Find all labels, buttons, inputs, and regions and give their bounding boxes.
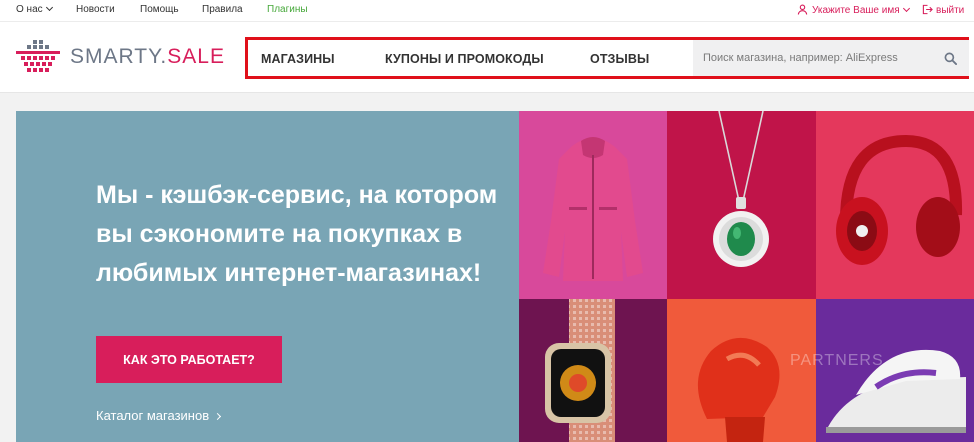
store-search: [693, 40, 969, 76]
how-it-works-button[interactable]: КАК ЭТО РАБОТАЕТ?: [96, 336, 282, 383]
tile-pendant[interactable]: [667, 111, 816, 299]
jacket-image: [543, 137, 643, 281]
tile-iron[interactable]: [816, 299, 974, 442]
rules-link[interactable]: Правила: [202, 4, 243, 15]
store-catalog-link[interactable]: Каталог магазинов: [96, 408, 222, 423]
headphones-image: [836, 134, 963, 265]
about-label: О нас: [16, 4, 43, 15]
nav-reviews[interactable]: ОТЗЫВЫ: [590, 52, 649, 66]
logo-text[interactable]: SMARTY.SALE: [70, 45, 225, 69]
hero-title: Мы - кэшбэк-сервис, на котором вы сэконо…: [96, 181, 498, 287]
user-name-label: Укажите Ваше имя: [812, 5, 900, 16]
catalog-label: Каталог магазинов: [96, 408, 210, 423]
tile-boxing-glove[interactable]: [667, 299, 816, 442]
watermark: PARTNERS: [790, 352, 884, 369]
user-icon: [797, 4, 808, 15]
chevron-down-icon: [902, 4, 910, 13]
logout-label: выйти: [936, 5, 965, 16]
tile-watch[interactable]: [519, 299, 667, 442]
help-link[interactable]: Помощь: [140, 4, 179, 15]
nav-stores[interactable]: МАГАЗИНЫ: [261, 52, 335, 66]
logout-icon: [922, 4, 933, 15]
iron-image: [826, 349, 966, 433]
logo-accent: SALE: [167, 45, 225, 68]
main-nav: МАГАЗИНЫ КУПОНЫ И ПРОМОКОДЫ ОТЗЫВЫ: [245, 37, 969, 79]
chevron-right-icon: [214, 412, 222, 421]
plugins-link[interactable]: Плагины: [267, 4, 308, 15]
news-link[interactable]: Новости: [76, 4, 115, 15]
pendant-image: [713, 111, 769, 267]
user-name-menu[interactable]: Укажите Ваше имя: [797, 4, 910, 16]
top-bar: О нас Новости Помощь Правила Плагины Ука…: [0, 0, 974, 22]
tile-headphones[interactable]: [816, 111, 974, 299]
search-input[interactable]: [703, 40, 933, 76]
tile-jacket[interactable]: [519, 111, 667, 299]
site-header: SMARTY.SALE МАГАЗИНЫ КУПОНЫ И ПРОМОКОДЫ …: [0, 22, 974, 93]
boxing-glove-image: [697, 337, 780, 442]
nav-coupons[interactable]: КУПОНЫ И ПРОМОКОДЫ: [385, 52, 544, 66]
chevron-down-icon: [45, 3, 53, 12]
watch-image: [545, 299, 615, 442]
logo-basket-icon[interactable]: [16, 40, 60, 76]
about-menu[interactable]: О нас: [16, 3, 53, 15]
logo-main: SMARTY.: [70, 45, 168, 68]
hero-banner: Мы - кэшбэк-сервис, на котором вы сэконо…: [16, 111, 519, 442]
logout-link[interactable]: выйти: [922, 4, 964, 16]
search-icon[interactable]: [944, 52, 957, 65]
